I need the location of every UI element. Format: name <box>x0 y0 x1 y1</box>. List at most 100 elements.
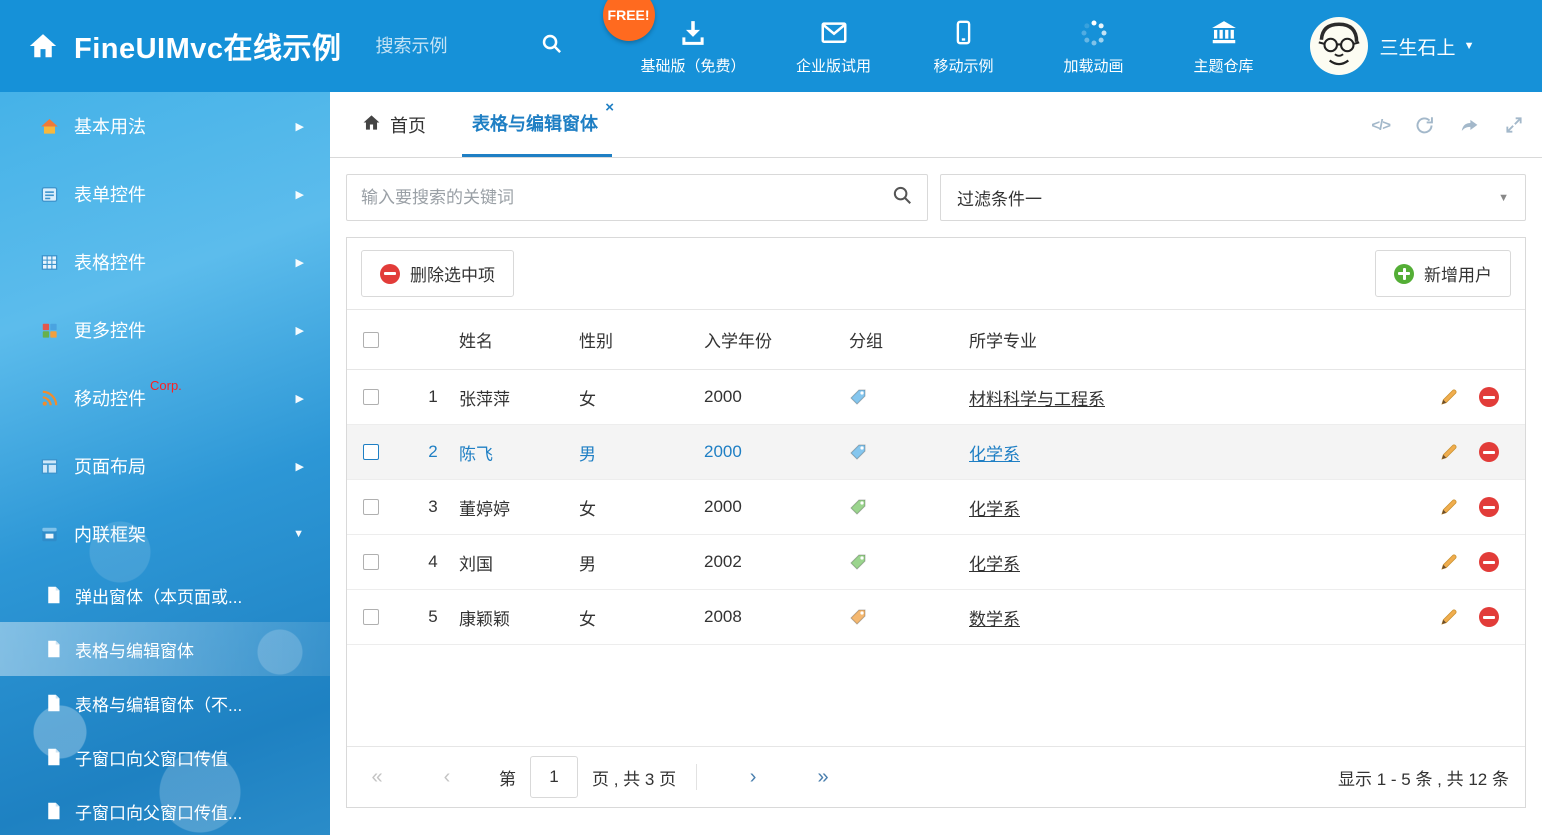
column-header-group[interactable]: 分组 <box>849 327 969 352</box>
sidebar-item-mobile-controls[interactable]: 移动控件 Corp. ▶ <box>0 364 330 432</box>
cell-year: 2002 <box>704 552 849 572</box>
nav-item-basic-free[interactable]: FREE! 基础版（免费） <box>641 17 746 76</box>
delete-selected-button[interactable]: 删除选中项 <box>361 250 514 297</box>
keyword-search-input[interactable] <box>361 188 891 208</box>
nav-item-theme-repo[interactable]: 主题仓库 <box>1182 17 1266 76</box>
sidebar-subitem-label: 表格与编辑窗体 <box>75 637 194 662</box>
major-link[interactable]: 化学系 <box>969 500 1020 519</box>
last-page-button[interactable]: » <box>809 766 837 789</box>
nav-label: 主题仓库 <box>1194 55 1254 76</box>
share-icon[interactable] <box>1459 115 1480 136</box>
column-header-gender[interactable]: 性别 <box>579 327 704 352</box>
cell-gender: 女 <box>579 605 704 630</box>
expand-icon[interactable] <box>1504 115 1524 135</box>
sidebar-item-page-layout[interactable]: 页面布局 ▶ <box>0 432 330 500</box>
sidebar-item-grid-controls[interactable]: 表格控件 ▶ <box>0 228 330 296</box>
major-link[interactable]: 材料科学与工程系 <box>969 390 1105 409</box>
sidebar-subitem-child-to-parent-2[interactable]: 子窗口向父窗口传值... <box>0 784 330 835</box>
major-link[interactable]: 化学系 <box>969 555 1020 574</box>
table-header-row: 姓名 性别 入学年份 分组 所学专业 <box>347 310 1525 370</box>
cell-gender: 女 <box>579 495 704 520</box>
file-icon <box>46 802 61 820</box>
edit-icon[interactable] <box>1439 497 1459 517</box>
delete-icon[interactable] <box>1479 552 1499 572</box>
column-header-name[interactable]: 姓名 <box>459 327 579 352</box>
cell-name: 陈飞 <box>459 440 579 465</box>
sidebar-item-label: 基本用法 <box>74 113 146 139</box>
chevron-right-icon: ▶ <box>296 120 304 133</box>
keyword-search-box <box>346 174 928 221</box>
chevron-right-icon: ▶ <box>296 392 304 405</box>
nav-item-mobile-demo[interactable]: 移动示例 <box>922 17 1006 76</box>
user-menu[interactable]: 三生石上 ▼ <box>1310 17 1475 75</box>
app-title: FineUIMvc在线示例 <box>74 25 342 67</box>
tab-home[interactable]: 首页 <box>348 92 440 157</box>
cell-name: 康颖颖 <box>459 605 579 630</box>
major-link[interactable]: 化学系 <box>969 445 1020 464</box>
nav-item-loading-animation[interactable]: 加载动画 <box>1052 17 1136 76</box>
tab-label: 首页 <box>390 112 426 138</box>
sidebar-item-inline-frame[interactable]: 内联框架 ▼ <box>0 500 330 568</box>
bank-icon <box>1209 17 1239 49</box>
pagination-bar: « ‹ 第 页 , 共 3 页 › » 显示 1 - 5 条 , 共 12 条 <box>347 746 1525 807</box>
cell-year: 2000 <box>704 387 849 407</box>
row-checkbox[interactable] <box>363 554 379 570</box>
chevron-right-icon: ▶ <box>296 324 304 337</box>
edit-icon[interactable] <box>1439 387 1459 407</box>
cell-name: 董婷婷 <box>459 495 579 520</box>
layout-icon <box>38 457 60 476</box>
nav-item-enterprise-trial[interactable]: 企业版试用 <box>792 17 876 76</box>
close-icon[interactable]: × <box>605 99 614 116</box>
search-icon[interactable] <box>891 184 913 211</box>
delete-icon[interactable] <box>1479 497 1499 517</box>
row-index: 2 <box>407 442 459 462</box>
tag-icon <box>849 498 969 516</box>
sidebar-subitem-child-to-parent[interactable]: 子窗口向父窗口传值 <box>0 730 330 784</box>
code-icon[interactable]: </> <box>1371 117 1390 134</box>
form-icon <box>38 185 60 204</box>
header-search-input[interactable] <box>376 36 526 57</box>
edit-icon[interactable] <box>1439 607 1459 627</box>
delete-icon[interactable] <box>1479 607 1499 627</box>
delete-icon[interactable] <box>1479 442 1499 462</box>
sidebar-subitem-popup-window[interactable]: 弹出窗体（本页面或... <box>0 568 330 622</box>
first-page-button[interactable]: « <box>363 766 391 789</box>
search-icon[interactable] <box>540 32 563 60</box>
sidebar-item-more-controls[interactable]: 更多控件 ▶ <box>0 296 330 364</box>
nav-label: 移动示例 <box>934 55 994 76</box>
home-icon <box>362 113 381 137</box>
edit-icon[interactable] <box>1439 552 1459 572</box>
row-checkbox[interactable] <box>363 444 379 460</box>
header-nav: FREE! 基础版（免费） 企业版试用 移动示例 <box>641 17 1266 76</box>
next-page-button[interactable]: › <box>739 766 767 789</box>
edit-icon[interactable] <box>1439 442 1459 462</box>
page-number-input[interactable] <box>530 756 578 798</box>
tab-grid-edit-window[interactable]: 表格与编辑窗体 × <box>462 92 612 157</box>
sidebar-subitem-grid-edit-window[interactable]: 表格与编辑窗体 <box>0 622 330 676</box>
refresh-icon[interactable] <box>1414 115 1435 136</box>
sidebar-item-form-controls[interactable]: 表单控件 ▶ <box>0 160 330 228</box>
cell-gender: 女 <box>579 385 704 410</box>
chevron-right-icon: ▶ <box>296 460 304 473</box>
row-checkbox[interactable] <box>363 609 379 625</box>
sidebar-subitem-label: 子窗口向父窗口传值... <box>75 799 242 824</box>
sidebar-subitem-grid-edit-window-2[interactable]: 表格与编辑窗体（不... <box>0 676 330 730</box>
filter-dropdown[interactable]: 过滤条件一 ▼ <box>940 174 1526 221</box>
row-index: 3 <box>407 497 459 517</box>
select-all-checkbox[interactable] <box>363 332 379 348</box>
avatar <box>1310 17 1368 75</box>
row-checkbox[interactable] <box>363 389 379 405</box>
column-header-year[interactable]: 入学年份 <box>704 327 849 352</box>
blocks-icon <box>38 321 60 340</box>
delete-icon[interactable] <box>1479 387 1499 407</box>
row-checkbox[interactable] <box>363 499 379 515</box>
column-header-major[interactable]: 所学专业 <box>969 327 1405 352</box>
cell-year: 2000 <box>704 442 849 462</box>
major-link[interactable]: 数学系 <box>969 610 1020 629</box>
page-prefix-label: 第 <box>499 765 516 790</box>
sidebar-item-basic-usage[interactable]: 基本用法 ▶ <box>0 92 330 160</box>
home-logo-icon[interactable] <box>28 31 58 61</box>
add-user-button[interactable]: 新增用户 <box>1375 250 1511 297</box>
sidebar-item-label: 页面布局 <box>74 453 146 479</box>
prev-page-button[interactable]: ‹ <box>433 766 461 789</box>
